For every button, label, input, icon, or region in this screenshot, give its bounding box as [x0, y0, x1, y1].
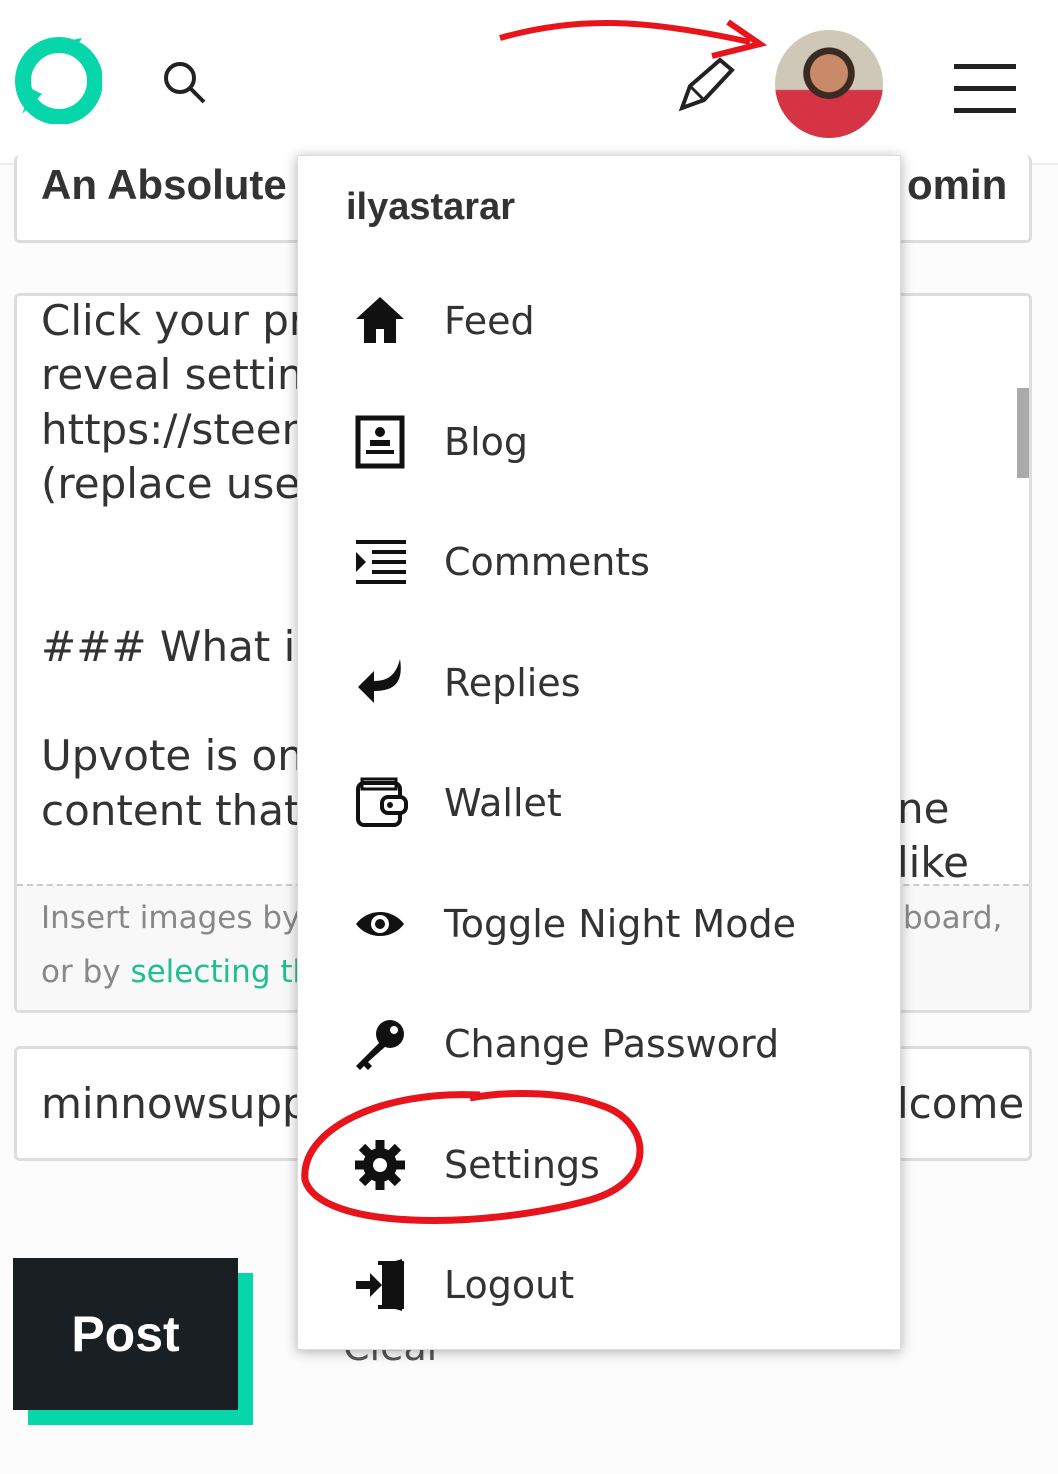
wallet-icon	[350, 775, 410, 831]
menu-item-label: Logout	[444, 1263, 575, 1307]
menu-item-logout[interactable]: Logout	[298, 1235, 900, 1335]
top-bar	[0, 0, 1058, 165]
menu-item-blog[interactable]: Blog	[298, 392, 900, 492]
body-text-line: Upvote is one	[41, 731, 330, 781]
body-text-right: ne	[897, 784, 950, 833]
body-text-right: like	[897, 838, 970, 887]
menu-item-label: Comments	[444, 540, 650, 584]
title-text-left: An Absolute	[41, 161, 287, 208]
drop-hint: board,	[903, 900, 1003, 936]
pen-icon[interactable]	[676, 56, 736, 112]
menu-item-label: Replies	[444, 660, 581, 705]
body-text-line: reveal setting	[41, 350, 331, 400]
menu-item-settings[interactable]: Settings	[298, 1115, 900, 1215]
menu-item-change-password[interactable]: Change Password	[298, 994, 900, 1094]
body-text-line: (replace user	[41, 459, 318, 509]
post-button[interactable]: Post	[13, 1258, 238, 1410]
blog-icon	[350, 414, 410, 470]
menu-item-label: Settings	[444, 1142, 600, 1187]
drop-hint: or by	[41, 954, 131, 990]
drop-hint: Insert images by c	[41, 900, 328, 936]
steemit-logo-icon[interactable]	[12, 34, 102, 124]
search-icon[interactable]	[160, 58, 208, 106]
menu-item-label: Wallet	[444, 781, 562, 825]
username: ilyastarar	[346, 186, 516, 228]
menu-item-comments[interactable]: Comments	[298, 512, 900, 612]
home-icon	[350, 293, 410, 349]
menu-item-feed[interactable]: Feed	[298, 271, 900, 371]
user-dropdown-menu: ilyastarar Feed Blog Comments Replies Wallet…	[297, 155, 901, 1350]
scrollbar[interactable]	[1017, 388, 1029, 478]
tags-text-right: lcome	[897, 1079, 1025, 1128]
menu-item-label: Blog	[444, 419, 528, 464]
body-text-line: https://steem	[41, 404, 323, 454]
menu-item-label: Change Password	[444, 1022, 780, 1066]
menu-item-wallet[interactable]: Wallet	[298, 753, 900, 853]
menu-item-replies[interactable]: Replies	[298, 633, 900, 733]
comments-icon	[350, 534, 410, 590]
menu-item-label: Toggle Night Mode	[444, 901, 796, 946]
body-text-line: Click your pr	[41, 296, 307, 345]
hamburger-menu-icon[interactable]	[954, 64, 1016, 114]
menu-item-toggle-night-mode[interactable]: Toggle Night Mode	[298, 874, 900, 974]
reply-icon	[350, 655, 410, 711]
tags-text-left: minnowsupp	[41, 1079, 309, 1128]
title-text-right: omin	[907, 161, 1008, 208]
avatar[interactable]	[775, 30, 883, 138]
body-text-line: content that	[41, 785, 301, 835]
eye-icon	[350, 896, 410, 952]
key-icon	[350, 1016, 410, 1072]
logout-icon	[350, 1257, 410, 1313]
gear-icon	[350, 1137, 410, 1193]
menu-item-label: Feed	[444, 299, 535, 343]
